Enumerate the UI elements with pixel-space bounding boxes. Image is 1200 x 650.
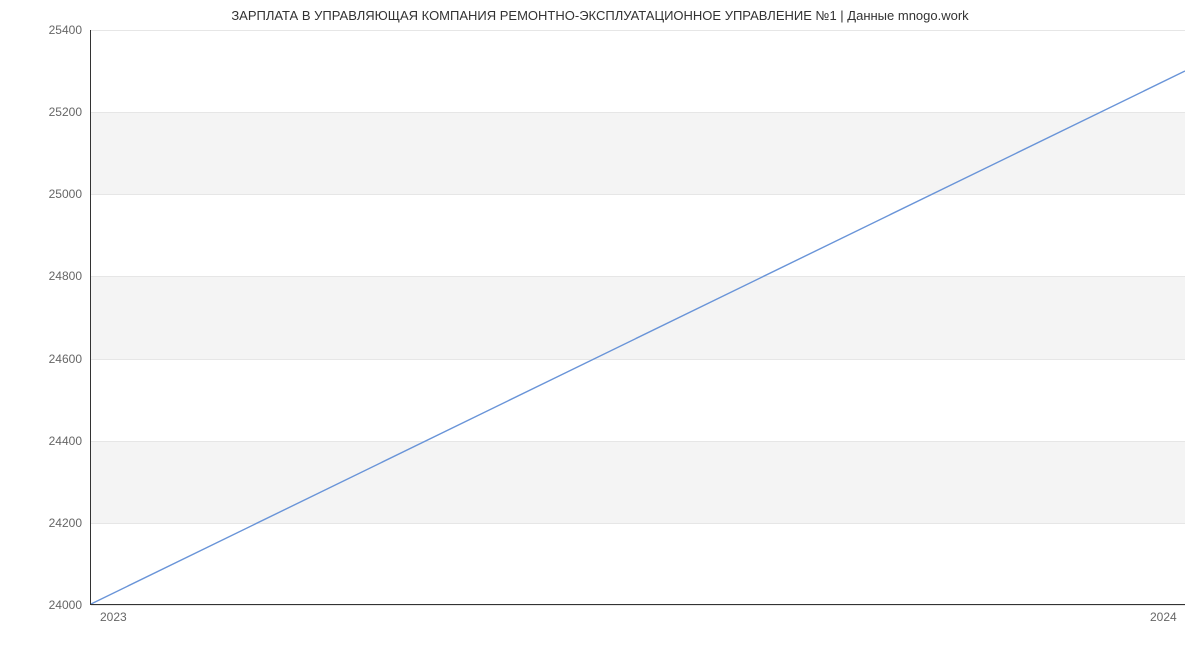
- gridline: [91, 605, 1185, 606]
- ytick-label: 25000: [22, 187, 82, 201]
- gridline: [91, 30, 1185, 31]
- ytick-label: 24400: [22, 434, 82, 448]
- grid-band: [91, 276, 1185, 358]
- gridline: [91, 276, 1185, 277]
- grid-band: [91, 112, 1185, 194]
- grid-band: [91, 441, 1185, 523]
- gridline: [91, 359, 1185, 360]
- xtick-label: 2024: [1150, 610, 1177, 624]
- ytick-label: 24800: [22, 269, 82, 283]
- ytick-label: 24600: [22, 352, 82, 366]
- ytick-label: 24000: [22, 598, 82, 612]
- xtick-label: 2023: [100, 610, 127, 624]
- ytick-label: 25400: [22, 23, 82, 37]
- chart-title: ЗАРПЛАТА В УПРАВЛЯЮЩАЯ КОМПАНИЯ РЕМОНТНО…: [0, 8, 1200, 23]
- plot-area: [90, 30, 1185, 605]
- ytick-label: 24200: [22, 516, 82, 530]
- gridline: [91, 112, 1185, 113]
- gridline: [91, 523, 1185, 524]
- gridline: [91, 194, 1185, 195]
- gridline: [91, 441, 1185, 442]
- ytick-label: 25200: [22, 105, 82, 119]
